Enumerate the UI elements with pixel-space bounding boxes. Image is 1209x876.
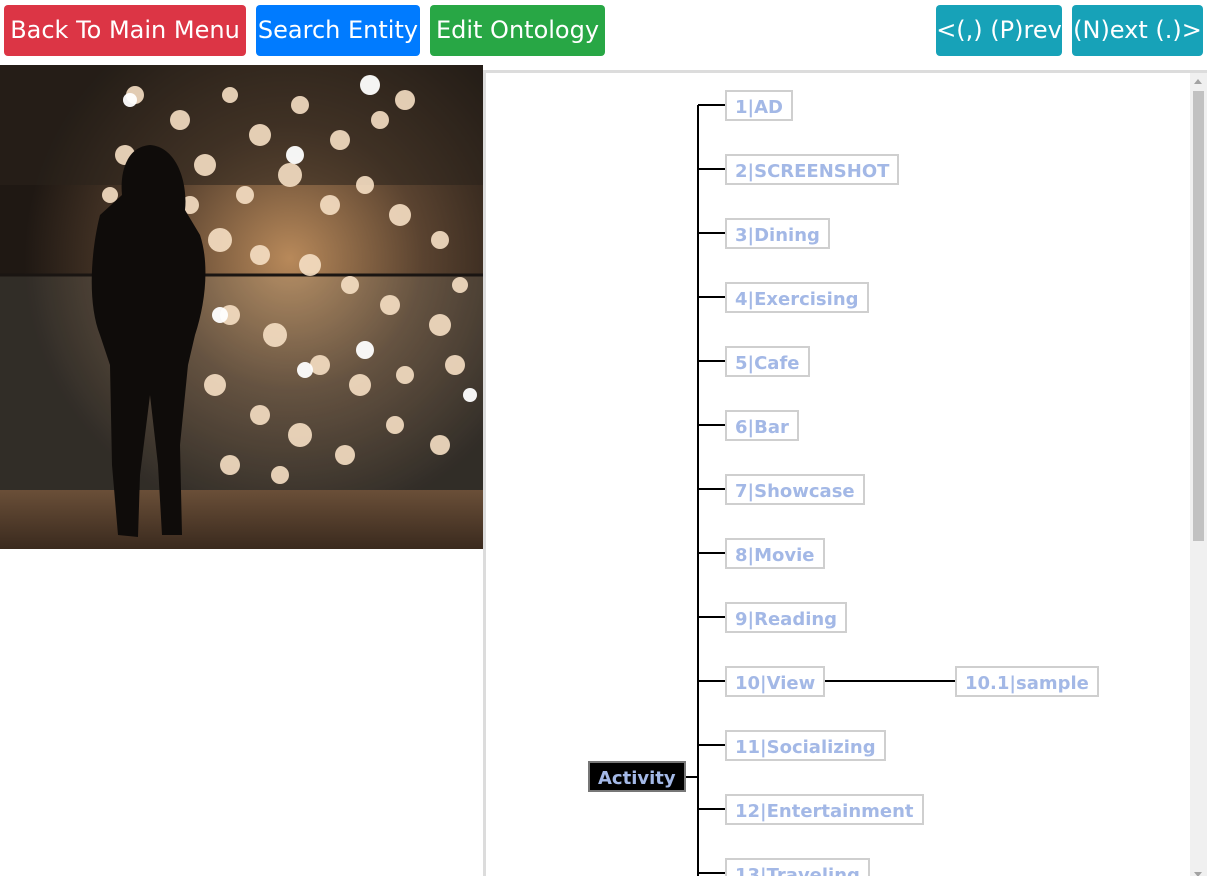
tree-node-entertainment[interactable]: 12|Entertainment — [725, 794, 924, 825]
photo-image — [0, 65, 483, 549]
tree-node-traveling[interactable]: 13|Traveling — [725, 858, 870, 876]
next-button[interactable]: (N)ext (.)> — [1072, 5, 1203, 56]
tree-node-exercising[interactable]: 4|Exercising — [725, 282, 869, 313]
scroll-down-arrow-icon[interactable] — [1194, 872, 1202, 876]
vertical-scrollbar[interactable] — [1190, 73, 1207, 876]
tree-node-showcase[interactable]: 7|Showcase — [725, 474, 865, 505]
tree-node-ad[interactable]: 1|AD — [725, 90, 793, 121]
tree-node-screenshot[interactable]: 2|SCREENSHOT — [725, 154, 900, 185]
tree-node-socializing[interactable]: 11|Socializing — [725, 730, 886, 761]
edit-ontology-button[interactable]: Edit Ontology — [430, 5, 605, 56]
prev-button[interactable]: <(,) (P)rev — [936, 5, 1062, 56]
tree-node-dining[interactable]: 3|Dining — [725, 218, 830, 249]
tree-node-bar[interactable]: 6|Bar — [725, 410, 799, 441]
tree-node-cafe[interactable]: 5|Cafe — [725, 346, 810, 377]
scrollbar-thumb[interactable] — [1193, 91, 1204, 541]
tree-root-node[interactable]: Activity — [588, 761, 686, 792]
back-to-main-menu-button[interactable]: Back To Main Menu — [4, 5, 246, 56]
tree-node-reading[interactable]: 9|Reading — [725, 602, 848, 633]
ontology-tree-panel[interactable]: Activity 1|AD 2|SCREENSHOT 3|Dining 4|Ex… — [483, 70, 1207, 876]
tree-node-sample[interactable]: 10.1|sample — [955, 666, 1099, 697]
tree-node-view[interactable]: 10|View — [725, 666, 826, 697]
tree-node-movie[interactable]: 8|Movie — [725, 538, 825, 569]
scroll-up-arrow-icon[interactable] — [1194, 79, 1202, 84]
search-entity-button[interactable]: Search Entity — [256, 5, 420, 56]
